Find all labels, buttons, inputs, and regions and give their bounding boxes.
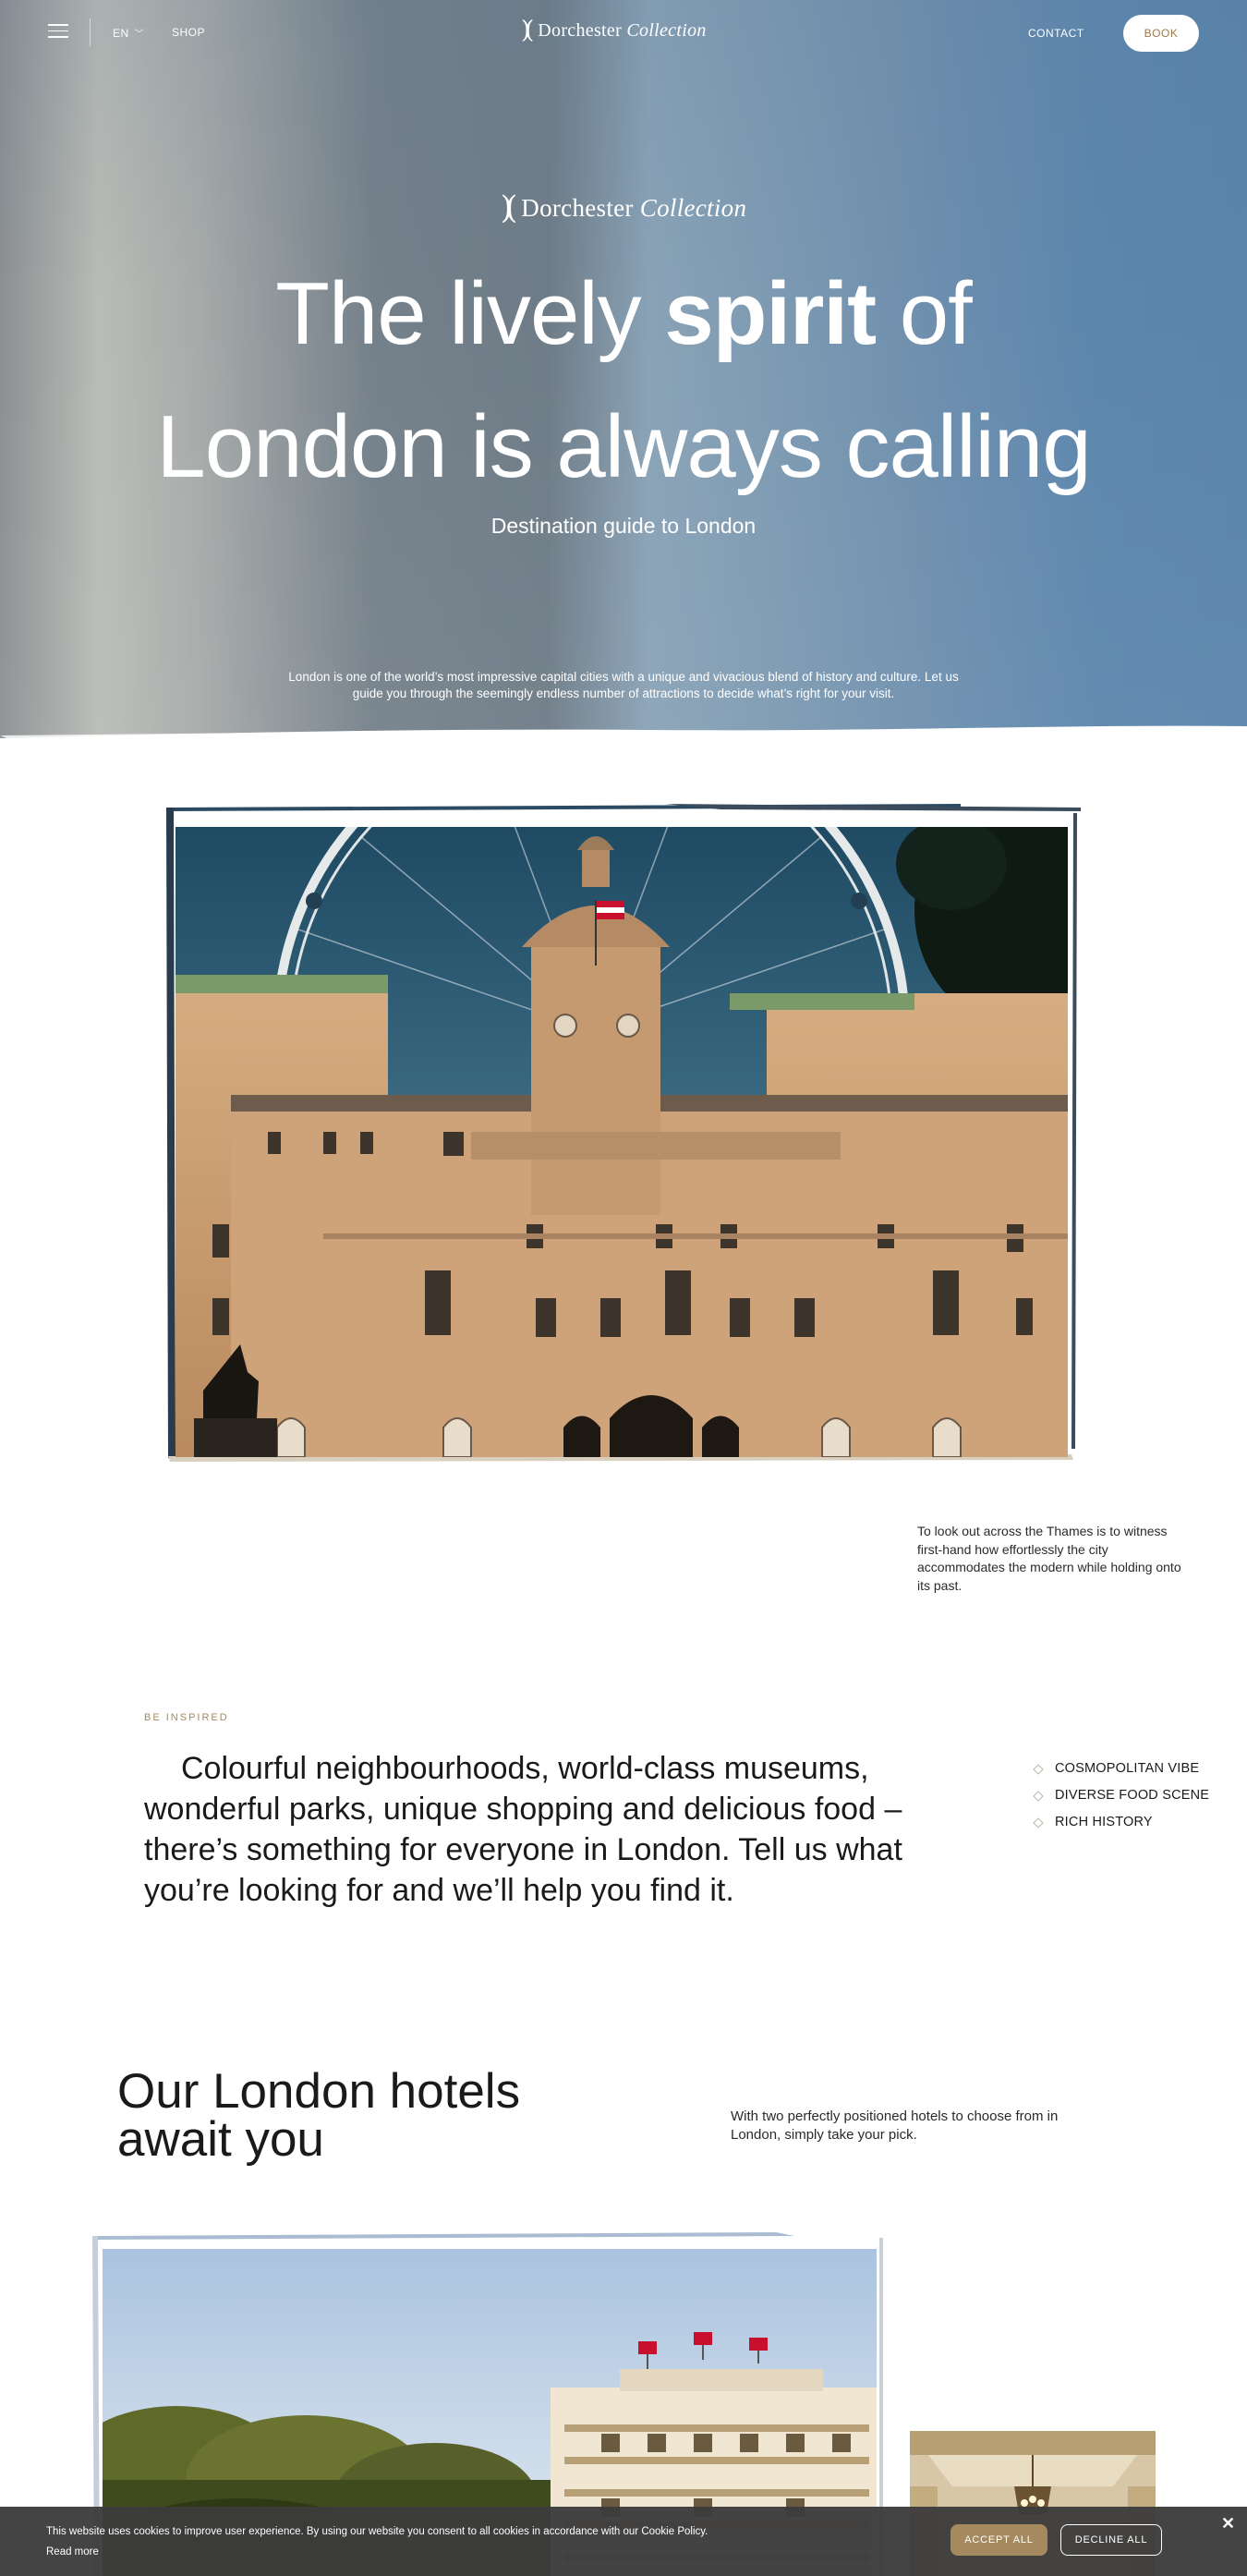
brand-logo[interactable]: )( Dorchester Collection xyxy=(521,18,707,43)
dorchester-logo-mark-icon: )( xyxy=(500,189,517,226)
brand-name: Dorchester xyxy=(538,19,623,41)
diamond-bullet-icon xyxy=(1033,1764,1044,1775)
tag-label: DIVERSE FOOD SCENE xyxy=(1055,1788,1210,1803)
book-button[interactable]: BOOK xyxy=(1123,15,1199,52)
dorchester-logo-mark-icon: )( xyxy=(521,17,535,44)
contact-link[interactable]: CONTACT xyxy=(1028,27,1084,40)
chevron-down-icon: ﹀ xyxy=(134,30,145,40)
hero-brand-name-italic: Collection xyxy=(639,193,747,222)
headline-bold: spirit xyxy=(664,264,877,363)
brand-wordmark: Dorchester Collection xyxy=(538,20,706,42)
accept-all-button[interactable]: ACCEPT ALL xyxy=(950,2524,1047,2556)
hotels-description: With two perfectly positioned hotels to … xyxy=(731,2108,1059,2143)
brand-name-italic: Collection xyxy=(626,19,707,41)
tag-label: COSMOPOLITAN VIBE xyxy=(1055,1761,1200,1776)
cookie-read-more-link[interactable]: Read more xyxy=(46,2546,99,2558)
tag-rich-history[interactable]: RICH HISTORY xyxy=(1033,1815,1217,1829)
horse-guards-illustration xyxy=(176,827,1068,1457)
london-photo-frame xyxy=(166,802,1081,1464)
interest-tags: COSMOPOLITAN VIBE DIVERSE FOOD SCENE RIC… xyxy=(1033,1761,1217,1841)
horse-guards-photo xyxy=(176,827,1068,1457)
hero-brand-name: Dorchester xyxy=(521,193,634,222)
hero-headline: The lively spirit of London is always ca… xyxy=(0,248,1247,514)
headline-line2: London is always calling xyxy=(156,397,1091,496)
brush-stroke-divider xyxy=(0,725,1247,752)
headline-pre: The lively xyxy=(275,264,665,363)
cookie-message: This website uses cookies to improve use… xyxy=(46,2526,708,2537)
tag-label: RICH HISTORY xyxy=(1055,1815,1153,1829)
close-icon[interactable]: ✕ xyxy=(1221,2514,1235,2533)
menu-icon[interactable] xyxy=(48,24,68,41)
hero-subtitle: Destination guide to London xyxy=(490,514,757,538)
cookie-banner: This website uses cookies to improve use… xyxy=(0,2507,1247,2576)
be-inspired-eyebrow: BE INSPIRED xyxy=(144,1712,229,1723)
be-inspired-text: Colourful neighbourhoods, world-class mu… xyxy=(144,1751,902,1908)
hotels-title: Our London hotels await you xyxy=(117,2064,521,2167)
hero-logo: )( Dorchester Collection xyxy=(0,192,1247,224)
top-navigation: EN ﹀ SHOP )( Dorchester Collection CONTAC… xyxy=(0,0,1247,67)
headline-post: of xyxy=(876,264,973,363)
hero-description: London is one of the world’s most impres… xyxy=(288,670,959,700)
diamond-bullet-icon xyxy=(1033,1817,1044,1829)
nav-divider xyxy=(90,18,91,46)
decline-all-button[interactable]: DECLINE ALL xyxy=(1060,2524,1162,2556)
intro-caption: To look out across the Thames is to witn… xyxy=(917,1524,1181,1593)
tag-cosmopolitan-vibe[interactable]: COSMOPOLITAN VIBE xyxy=(1033,1761,1217,1776)
hero-section: EN ﹀ SHOP )( Dorchester Collection CONTAC… xyxy=(0,0,1247,739)
diamond-bullet-icon xyxy=(1033,1791,1044,1802)
hero-wordmark: Dorchester Collection xyxy=(521,194,746,223)
language-label: EN xyxy=(113,27,129,40)
tag-diverse-food-scene[interactable]: DIVERSE FOOD SCENE xyxy=(1033,1788,1217,1803)
shop-link[interactable]: SHOP xyxy=(172,26,205,39)
language-selector[interactable]: EN ﹀ xyxy=(113,26,144,40)
